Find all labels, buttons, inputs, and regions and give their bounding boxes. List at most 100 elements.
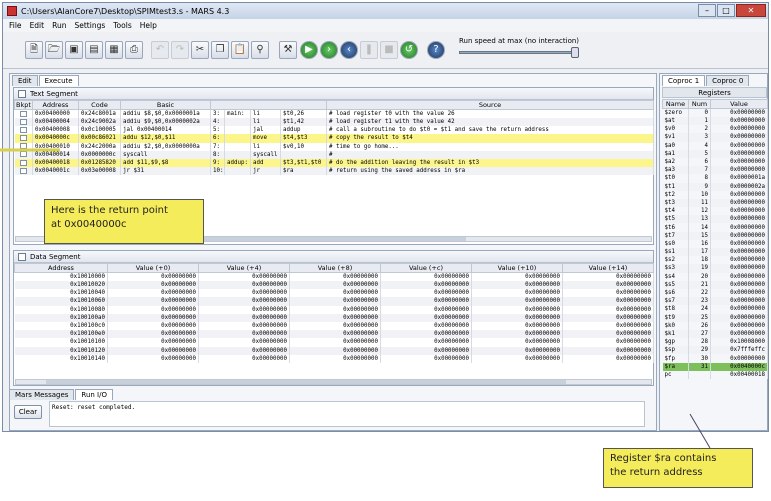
data-value-cell[interactable]: 0x00000000 <box>289 272 381 281</box>
data-value-cell[interactable]: 0x00000000 <box>562 313 654 322</box>
col-reg-name[interactable]: Name <box>662 99 689 109</box>
data-value-cell[interactable]: 0x00000000 <box>471 338 563 347</box>
text-segment-row[interactable]: 0x00400000 0x24c8001a addiu $8,$0,0x000000… <box>14 109 654 118</box>
data-value-cell[interactable]: 0x00000000 <box>471 346 563 355</box>
tab-mars-messages[interactable]: Mars Messages <box>9 389 75 400</box>
bkpt-cell[interactable] <box>14 118 33 127</box>
data-col-0[interactable]: Address <box>14 263 108 273</box>
data-value-cell[interactable]: 0x00000000 <box>380 338 472 347</box>
col-source[interactable]: Source <box>326 100 654 110</box>
data-value-cell[interactable]: 0x00000000 <box>107 272 199 281</box>
bkpt-cell[interactable] <box>14 142 33 151</box>
data-value-cell[interactable]: 0x00000000 <box>289 289 381 298</box>
data-value-cell[interactable]: 0x00000000 <box>380 272 472 281</box>
data-value-cell[interactable]: 0x00000000 <box>471 297 563 306</box>
slider-knob[interactable] <box>571 47 579 58</box>
data-col-5[interactable]: Value (+10) <box>471 263 563 273</box>
data-col-1[interactable]: Value (+0) <box>107 263 199 273</box>
tab-coproc0[interactable]: Coproc 0 <box>706 75 750 86</box>
register-value-cell[interactable]: 0x00000000 <box>710 313 768 322</box>
data-value-cell[interactable]: 0x00000000 <box>107 281 199 290</box>
register-value-cell[interactable]: 0x00000000 <box>710 141 768 150</box>
save-icon[interactable]: ▣ <box>65 41 83 59</box>
data-value-cell[interactable]: 0x00000000 <box>562 297 654 306</box>
register-value-cell[interactable]: 0x00000000 <box>710 272 768 281</box>
assemble-icon[interactable]: ⚒ <box>279 41 297 59</box>
new-file-icon[interactable]: 🗎 <box>25 41 43 59</box>
menu-settings[interactable]: Settings <box>74 21 105 30</box>
register-value-cell[interactable]: 0x00000000 <box>710 223 768 232</box>
data-value-cell[interactable]: 0x00000000 <box>107 305 199 314</box>
clear-button[interactable]: Clear <box>14 405 42 419</box>
register-value-cell[interactable]: 0x00000000 <box>710 117 768 126</box>
data-value-cell[interactable]: 0x00000000 <box>198 305 290 314</box>
register-value-cell[interactable]: 0x00000000 <box>710 125 768 134</box>
data-value-cell[interactable]: 0x00000000 <box>380 289 472 298</box>
data-value-cell[interactable]: 0x00000000 <box>198 272 290 281</box>
bkpt-cell[interactable] <box>14 150 33 159</box>
col-reg-num[interactable]: Num <box>688 99 711 109</box>
data-value-cell[interactable]: 0x00000000 <box>107 346 199 355</box>
help-icon[interactable]: ? <box>427 41 445 59</box>
menu-tools[interactable]: Tools <box>113 21 131 30</box>
pause-icon[interactable]: ❚ <box>360 41 378 59</box>
data-value-cell[interactable]: 0x00000000 <box>471 313 563 322</box>
register-value-cell[interactable]: 0x00000000 <box>710 354 768 363</box>
data-value-cell[interactable]: 0x00000000 <box>107 289 199 298</box>
data-value-cell[interactable]: 0x00000000 <box>107 330 199 339</box>
data-value-cell[interactable]: 0x00000000 <box>471 272 563 281</box>
data-value-cell[interactable]: 0x00000000 <box>198 354 290 363</box>
data-value-cell[interactable]: 0x00000000 <box>471 281 563 290</box>
register-value-cell[interactable]: 0x00400018 <box>710 370 768 379</box>
register-value-cell[interactable]: 0x00000000 <box>710 157 768 167</box>
data-value-cell[interactable]: 0x00000000 <box>562 281 654 290</box>
find-replace-icon[interactable]: ⚲ <box>251 41 269 59</box>
registers-title[interactable]: Registers <box>662 87 767 98</box>
data-value-cell[interactable]: 0x00000000 <box>289 281 381 290</box>
data-value-cell[interactable]: 0x00000000 <box>107 338 199 347</box>
data-col-4[interactable]: Value (+c) <box>380 263 472 273</box>
data-value-cell[interactable]: 0x00000000 <box>198 346 290 355</box>
col-bkpt[interactable]: Bkpt <box>14 100 33 110</box>
data-value-cell[interactable]: 0x00000000 <box>562 354 654 363</box>
save-as-icon[interactable]: ▤ <box>85 41 103 59</box>
data-value-cell[interactable]: 0x00000000 <box>562 321 654 331</box>
register-value-cell[interactable]: 0x00000000 <box>710 231 768 240</box>
run-speed-slider[interactable] <box>459 47 579 58</box>
breakpoint-checkbox[interactable] <box>19 134 27 141</box>
data-value-cell[interactable]: 0x00000000 <box>198 321 290 331</box>
backstep-icon[interactable]: ‹ <box>340 41 358 59</box>
stop-icon[interactable]: ■ <box>380 41 398 59</box>
data-value-cell[interactable]: 0x00000000 <box>198 338 290 347</box>
bkpt-cell[interactable] <box>14 167 33 176</box>
data-value-cell[interactable]: 0x00000000 <box>471 330 563 339</box>
breakpoint-checkbox[interactable] <box>19 143 27 150</box>
data-value-cell[interactable]: 0x00000000 <box>380 321 472 331</box>
register-value-cell[interactable]: 0x00000000 <box>710 190 768 199</box>
data-value-cell[interactable]: 0x00000000 <box>107 354 199 363</box>
text-segment-row[interactable]: 0x0040000c 0x00c86021 addu $12,$0,$11 6: mov… <box>14 134 654 143</box>
data-col-6[interactable]: Value (+14) <box>562 263 654 273</box>
tab-run-io[interactable]: Run I/O <box>75 389 113 400</box>
register-value-cell[interactable]: 0x00000000 <box>710 297 768 306</box>
menu-help[interactable]: Help <box>140 21 157 30</box>
data-value-cell[interactable]: 0x00000000 <box>380 281 472 290</box>
run-icon[interactable]: ▶ <box>300 41 318 59</box>
data-segment-toggle[interactable] <box>18 252 26 261</box>
data-value-cell[interactable]: 0x00000000 <box>289 338 381 347</box>
bkpt-cell[interactable] <box>14 126 33 135</box>
data-value-cell[interactable]: 0x00000000 <box>289 330 381 339</box>
col-reg-value[interactable]: Value <box>710 99 768 109</box>
register-value-cell[interactable]: 0x00000000 <box>710 108 768 117</box>
register-value-cell[interactable]: 0x00000000 <box>710 264 768 273</box>
data-value-cell[interactable]: 0x00000000 <box>289 297 381 306</box>
tab-edit[interactable]: Edit <box>12 75 38 86</box>
data-col-2[interactable]: Value (+4) <box>198 263 290 273</box>
data-value-cell[interactable]: 0x00000000 <box>198 289 290 298</box>
register-value-cell[interactable]: 0x00000000 <box>710 280 768 289</box>
tab-execute[interactable]: Execute <box>38 75 79 86</box>
col-basic[interactable]: Basic <box>120 100 211 110</box>
data-segment-scrollbar[interactable] <box>15 379 652 385</box>
redo-icon[interactable]: ↷ <box>171 41 189 59</box>
text-segment-row[interactable]: 0x00400018 0x01285820 add $11,$9,$8 9: addup… <box>14 158 654 168</box>
